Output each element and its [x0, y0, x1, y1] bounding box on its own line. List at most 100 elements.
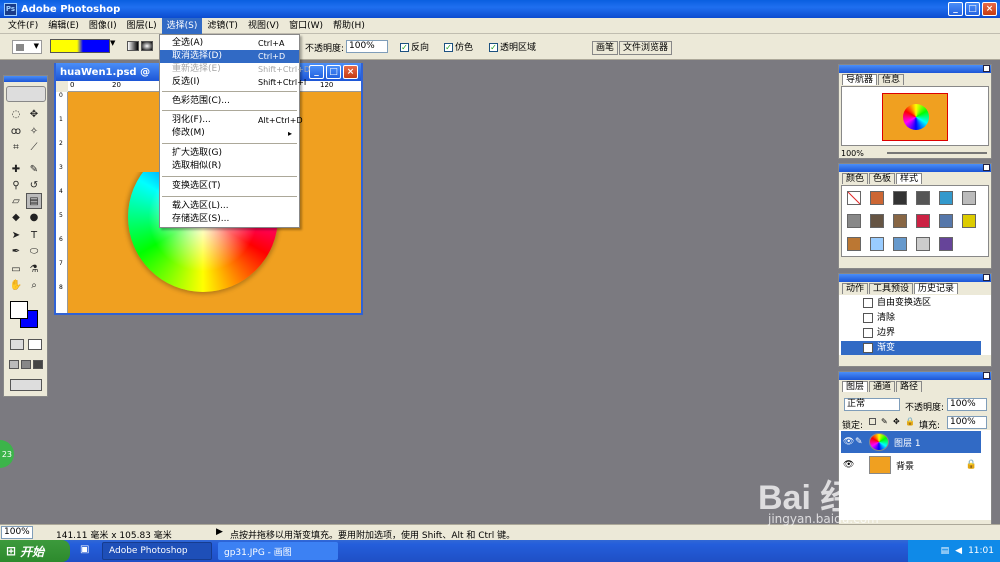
close-icon[interactable] [983, 372, 990, 379]
style-swatch[interactable] [939, 191, 953, 205]
history-item[interactable]: 自由变换选区 [841, 296, 981, 310]
tab-paths[interactable]: 路径 [896, 381, 923, 392]
tab-styles[interactable]: 样式 [896, 173, 923, 184]
tab-layers[interactable]: 图层 [842, 381, 869, 392]
adobe-online-button[interactable] [6, 86, 46, 102]
doc-minimize-button[interactable]: _ [309, 65, 324, 79]
style-swatch[interactable] [847, 237, 861, 251]
menu-view[interactable]: 视图(V) [243, 18, 284, 34]
panel-title-bar[interactable] [839, 65, 991, 73]
close-icon[interactable] [983, 164, 990, 171]
history-item[interactable]: 清除 [841, 311, 981, 325]
close-icon[interactable] [983, 274, 990, 281]
panel-title-bar[interactable] [839, 274, 991, 282]
menu-item-similar[interactable]: 选取相似(R) [160, 160, 299, 173]
play-arrow-icon[interactable]: ▶ [216, 527, 223, 537]
menu-image[interactable]: 图像(I) [84, 18, 122, 34]
style-swatch[interactable] [893, 214, 907, 228]
style-swatch[interactable] [893, 237, 907, 251]
menu-item-modify[interactable]: 修改(M) ▸ [160, 127, 299, 140]
style-swatch[interactable] [916, 237, 930, 251]
style-swatch[interactable] [870, 191, 884, 205]
dodge-tool-icon[interactable]: ● [26, 209, 42, 225]
history-item[interactable]: 边界 [841, 326, 981, 340]
menu-item-reselect[interactable]: 重新选择(E) Shift+Ctrl+D [160, 63, 310, 76]
style-swatch[interactable] [939, 214, 953, 228]
reverse-checkbox[interactable]: ✓ 反向 [400, 40, 429, 53]
menu-window[interactable]: 窗口(W) [284, 18, 328, 34]
screen-mode-standard-icon[interactable] [9, 360, 19, 369]
foreground-color-swatch[interactable] [10, 301, 28, 319]
notes-tool-icon[interactable]: ▭ [8, 261, 24, 277]
eye-icon[interactable]: 👁 [843, 460, 855, 470]
task-paint[interactable]: gp31.JPG - 画图 [218, 542, 338, 560]
side-badge[interactable]: 23 [0, 440, 14, 468]
volume-icon[interactable]: ◀ [955, 546, 962, 556]
brush-tool-icon[interactable]: ✎ [26, 161, 42, 177]
zoom-tool-icon[interactable]: ⌕ [26, 277, 42, 293]
menu-item-load-selection[interactable]: 载入选区(L)... [160, 200, 299, 213]
close-icon[interactable] [983, 65, 990, 72]
style-swatch[interactable] [939, 237, 953, 251]
menu-edit[interactable]: 编辑(E) [43, 18, 84, 34]
menu-item-save-selection[interactable]: 存储选区(S)... [160, 213, 299, 226]
crop-tool-icon[interactable]: ⌗ [8, 139, 24, 155]
menu-item-deselect[interactable]: 取消选择(D) Ctrl+D [160, 50, 299, 63]
menu-item-color-range[interactable]: 色彩范围(C)... [160, 95, 299, 108]
tab-navigator[interactable]: 导航器 [842, 74, 878, 85]
style-swatch[interactable] [870, 214, 884, 228]
gradient-picker[interactable] [50, 39, 110, 53]
menu-item-grow[interactable]: 扩大选取(G) [160, 147, 299, 160]
menu-layer[interactable]: 图层(L) [122, 18, 162, 34]
tab-color[interactable]: 颜色 [842, 173, 869, 184]
menu-filter[interactable]: 滤镜(T) [202, 18, 243, 34]
standard-mode-icon[interactable] [10, 339, 24, 350]
doc-maximize-button[interactable]: □ [326, 65, 341, 79]
chevron-down-icon[interactable]: ▼ [110, 39, 115, 47]
healing-brush-tool-icon[interactable]: ✚ [8, 161, 24, 177]
screen-mode-full-icon[interactable] [33, 360, 43, 369]
hand-tool-icon[interactable]: ✋ [8, 277, 24, 293]
style-swatch[interactable] [916, 214, 930, 228]
quick-mask-icon[interactable] [28, 339, 42, 350]
blur-tool-icon[interactable]: ◆ [8, 209, 24, 225]
doc-close-button[interactable]: × [343, 65, 358, 79]
fill-input[interactable]: 100% [947, 416, 987, 429]
status-zoom[interactable]: 100% [1, 526, 33, 539]
eraser-tool-icon[interactable]: ▱ [8, 193, 24, 209]
brushes-palette-tab[interactable]: 画笔 [592, 41, 619, 55]
gradient-tool-icon[interactable]: ▤ [26, 193, 42, 209]
tab-swatches[interactable]: 色板 [869, 173, 896, 184]
panel-title-bar[interactable] [839, 164, 991, 172]
layer-opacity-input[interactable]: 100% [947, 398, 987, 411]
blend-mode-select[interactable]: 正常 [844, 398, 900, 411]
layer-row[interactable]: 👁 ✎ 图层 1 [841, 431, 981, 453]
screen-mode-full-menu-icon[interactable] [21, 360, 31, 369]
marquee-tool-icon[interactable]: ◌ [8, 106, 24, 122]
lock-pixels-icon[interactable]: ✎ [881, 417, 888, 426]
tab-tool-presets[interactable]: 工具预设 [869, 283, 914, 294]
history-brush-tool-icon[interactable]: ↺ [26, 177, 42, 193]
eyedropper-tool-icon[interactable]: ⚗ [26, 261, 42, 277]
pen-tool-icon[interactable]: ✒ [8, 243, 24, 259]
minimize-button[interactable]: _ [948, 2, 963, 16]
clone-stamp-tool-icon[interactable]: ⚲ [8, 177, 24, 193]
navigator-zoom[interactable]: 100% [841, 149, 864, 158]
style-swatch[interactable] [962, 191, 976, 205]
menu-item-transform-selection[interactable]: 变换选区(T) [160, 180, 299, 193]
start-button[interactable]: ⊞ 开始 [0, 540, 70, 562]
tool-preset-picker[interactable]: ▼ [12, 40, 42, 54]
tab-history[interactable]: 历史记录 [914, 283, 959, 294]
style-swatch[interactable] [916, 191, 930, 205]
jump-to-imageready-icon[interactable] [10, 379, 42, 391]
task-photoshop[interactable]: Adobe Photoshop [102, 542, 212, 560]
lasso-tool-icon[interactable]: ꝏ [8, 123, 24, 139]
file-browser-tab[interactable]: 文件浏览器 [619, 41, 673, 55]
menu-file[interactable]: 文件(F) [3, 18, 43, 34]
history-item[interactable]: 渐变 [841, 341, 981, 355]
lock-position-icon[interactable]: ✥ [893, 417, 900, 426]
style-swatch[interactable] [847, 214, 861, 228]
tab-info[interactable]: 信息 [878, 74, 905, 85]
tab-channels[interactable]: 通道 [869, 381, 896, 392]
navigator-thumbnail[interactable] [882, 93, 948, 141]
